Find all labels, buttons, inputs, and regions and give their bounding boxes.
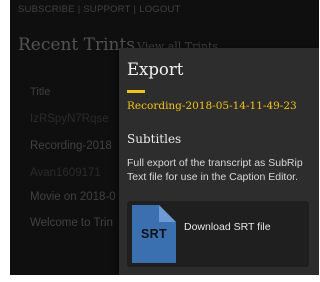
download-srt-button[interactable]: SRT Download SRT file — [127, 201, 309, 267]
srt-file-badge: SRT — [141, 227, 167, 241]
export-title: Export — [127, 60, 184, 79]
app-window: SUBSCRIBE | SUPPORT | LOGOUT Recent Trints V… — [10, 0, 319, 275]
download-srt-label: Download SRT file — [184, 221, 271, 233]
title-accent-bar — [127, 90, 145, 93]
export-panel: Export Recording-2018-05-14-11-49-23 Sub… — [119, 48, 319, 275]
recording-name: Recording-2018-05-14-11-49-23 — [127, 100, 297, 112]
export-description: Full export of the transcript as SubRip … — [127, 157, 303, 183]
subtitles-heading: Subtitles — [127, 132, 182, 146]
